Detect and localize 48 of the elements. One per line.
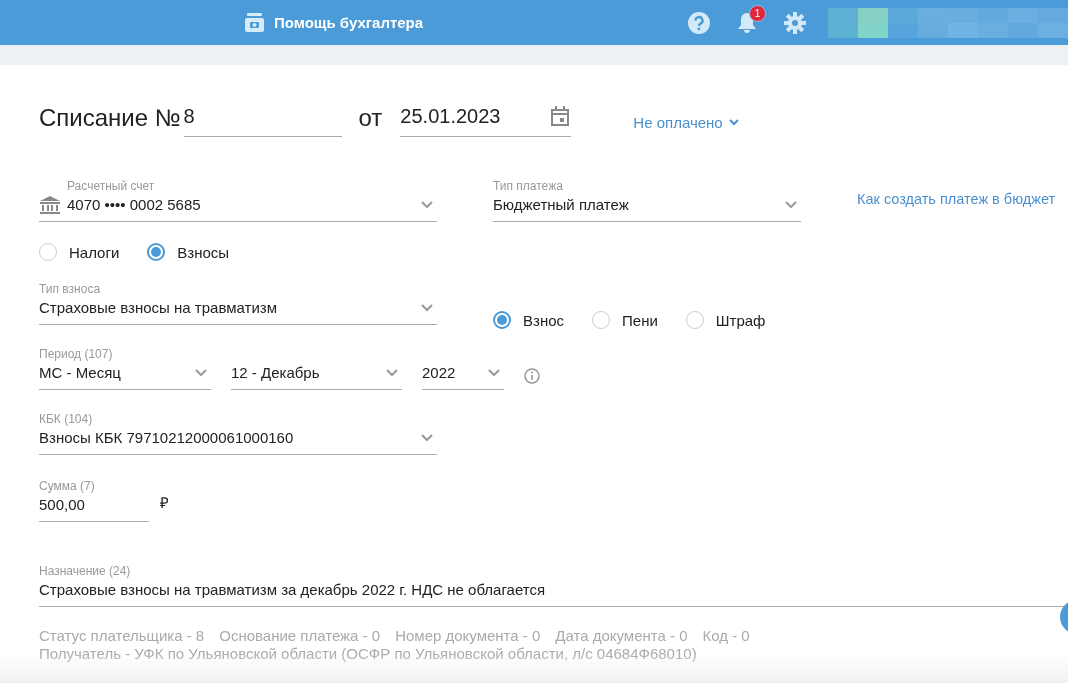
radio-option[interactable]: Взнос <box>493 311 564 329</box>
radio-option[interactable]: Налоги <box>39 243 120 261</box>
year-select[interactable]: 2022 <box>422 346 504 390</box>
gear-icon[interactable] <box>784 11 806 34</box>
currency-sign: ₽ <box>160 493 169 513</box>
period-type-select[interactable]: Период (107) МС - Месяц <box>39 346 211 390</box>
recipient-text: Получатель - УФК по Ульяновской области (ОСФР по Ульяновской области, л/с 04684Ф68010) <box>39 645 698 663</box>
radio-button[interactable] <box>39 243 57 261</box>
chevron-icon <box>195 369 207 377</box>
radio-button[interactable] <box>592 311 610 329</box>
radio-button[interactable] <box>493 311 511 329</box>
radio-option[interactable]: Пени <box>592 311 658 329</box>
date-label: от <box>358 103 383 133</box>
status-dropdown[interactable]: Не оплачено <box>627 113 745 137</box>
payment-detail: Основание платежа - 0 <box>219 627 381 645</box>
payment-detail: Статус плательщика - 8 <box>39 627 205 645</box>
chevron-icon <box>386 369 398 377</box>
contribution-type-select[interactable]: Тип взноса Страховые взносы на травматизм <box>39 281 437 325</box>
payment-detail: Дата документа - 0 <box>555 627 688 645</box>
purpose-input[interactable]: Назначение (24) Страховые взносы на травматизм за декабрь 2022 г. НДС не облагается <box>39 563 1068 607</box>
radio-option[interactable]: Взносы <box>147 243 230 261</box>
info-icon[interactable] <box>524 368 540 384</box>
date-input[interactable]: 25.01.2023 <box>400 102 572 137</box>
radio-button[interactable] <box>685 311 704 329</box>
document-title: Списание № <box>39 103 181 133</box>
chevron-icon <box>488 369 500 377</box>
app-title: Помощь бухгалтера <box>274 14 424 31</box>
payment-detail: Код - 0 <box>702 627 750 645</box>
bell-icon[interactable] <box>737 11 757 34</box>
chevron-icon <box>421 201 433 209</box>
kbk-select[interactable]: КБК (104) Взносы КБК 79710212000061000160 <box>39 411 437 455</box>
number-input[interactable]: 8 <box>183 102 342 137</box>
bank-icon <box>39 195 61 215</box>
calendar-icon[interactable] <box>551 106 570 126</box>
chevron-icon <box>421 304 433 312</box>
chevron-icon <box>785 201 797 209</box>
amount-input[interactable]: Сумма (7) 500,00 <box>39 478 149 522</box>
payment-detail: Номер документа - 0 <box>395 627 541 645</box>
cash-register-icon <box>244 12 265 33</box>
help-icon[interactable] <box>688 11 710 34</box>
account-select[interactable]: Расчетный счет 4070 •••• 0002 5685 <box>39 178 437 222</box>
radio-button[interactable] <box>147 243 166 261</box>
radio-option[interactable]: Штраф <box>685 311 766 329</box>
month-select[interactable]: 12 - Декабрь <box>231 346 402 390</box>
chevron-icon <box>421 434 433 442</box>
caret-icon <box>728 119 739 126</box>
notification-badge: 1 <box>749 4 766 22</box>
payment-type-select[interactable]: Тип платежа Бюджетный платеж <box>493 178 801 222</box>
